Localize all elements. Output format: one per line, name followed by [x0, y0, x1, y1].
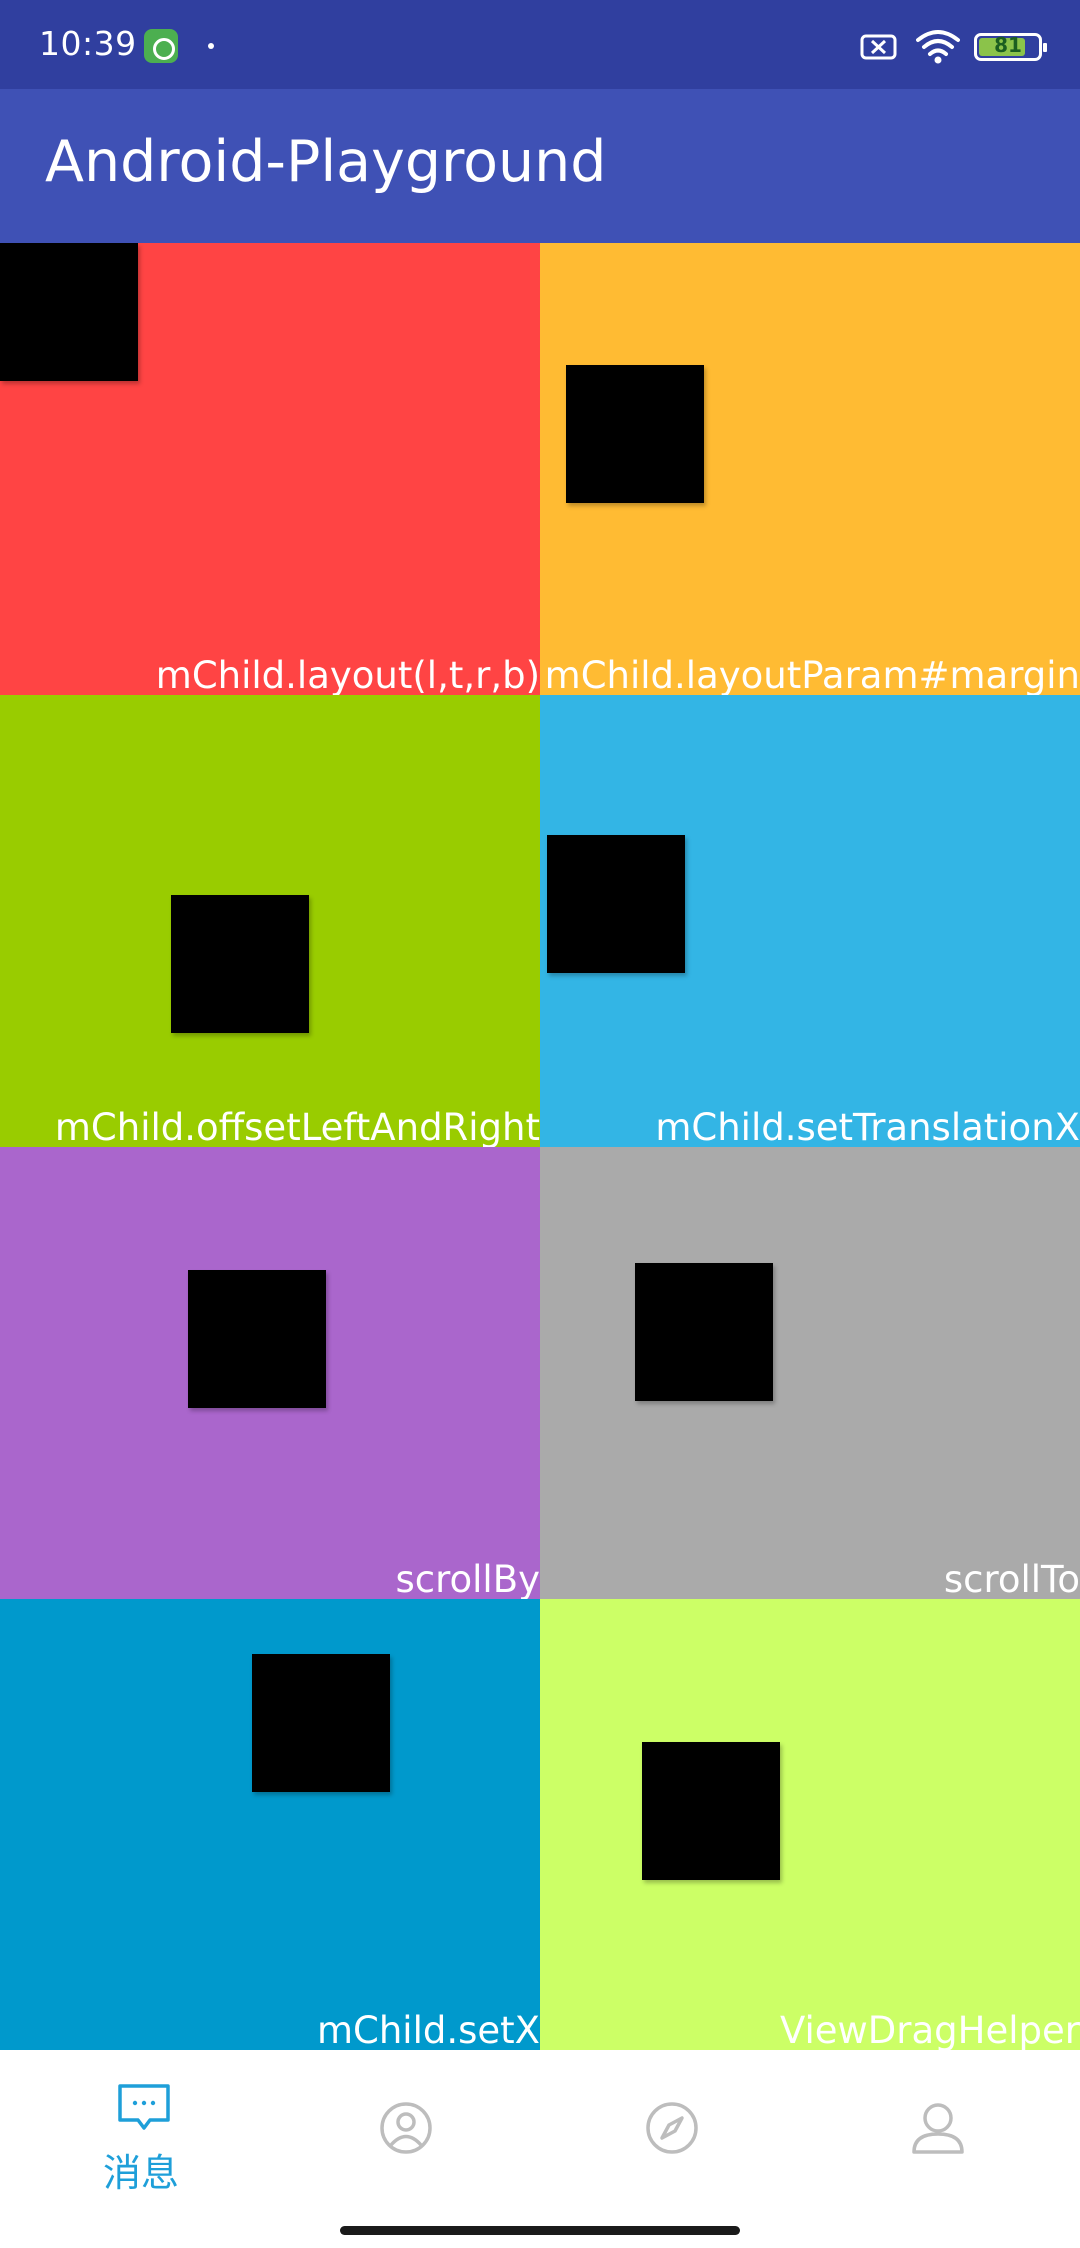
- sim-off-icon: [860, 34, 897, 60]
- home-indicator[interactable]: [340, 2226, 740, 2235]
- battery-icon: 81: [974, 33, 1047, 61]
- nav-item-discover[interactable]: [536, 2050, 806, 2248]
- cell-label: mChild.setTranslationX: [655, 1106, 1080, 1147]
- demo-cell-set-translation-x[interactable]: mChild.setTranslationX: [540, 695, 1080, 1147]
- child-view[interactable]: [252, 1654, 390, 1792]
- wifi-icon: [916, 30, 960, 64]
- cell-label: mChild.setX: [316, 2009, 540, 2050]
- demo-grid: mChild.layout(l,t,r,b) mChild.layoutPara…: [0, 243, 1080, 2050]
- cell-label: ViewDragHelper: [780, 2009, 1080, 2050]
- more-notifications-dot: [208, 43, 214, 49]
- demo-cell-layout-param-margin[interactable]: mChild.layoutParam#margin: [540, 243, 1080, 695]
- demo-cell-scroll-by[interactable]: scrollBy: [0, 1147, 540, 1599]
- nav-item-contacts[interactable]: [270, 2050, 540, 2248]
- battery-level-text: 81: [994, 33, 1022, 57]
- child-view[interactable]: [635, 1263, 773, 1401]
- app-bar: Android-Playground: [0, 89, 1080, 243]
- person-icon: [912, 2103, 964, 2154]
- demo-cell-set-x[interactable]: mChild.setX: [0, 1599, 540, 2050]
- status-time: 10:39: [39, 24, 137, 63]
- demo-cell-scroll-to[interactable]: scrollTo: [540, 1147, 1080, 1599]
- chat-icon: [118, 2084, 170, 2130]
- cell-label: mChild.layoutParam#margin: [544, 654, 1080, 695]
- nav-item-messages[interactable]: 消息: [6, 2050, 276, 2248]
- child-view[interactable]: [566, 365, 704, 503]
- child-view[interactable]: [642, 1742, 780, 1880]
- cell-label: scrollBy: [395, 1558, 541, 1599]
- demo-cell-layout[interactable]: mChild.layout(l,t,r,b): [0, 243, 540, 695]
- compass-icon: [646, 2102, 698, 2154]
- child-view[interactable]: [0, 243, 138, 381]
- cell-label: mChild.offsetLeftAndRight: [54, 1106, 540, 1147]
- bottom-navigation: 消息: [0, 2050, 1080, 2248]
- notification-app-icon: [144, 29, 178, 63]
- child-view[interactable]: [188, 1270, 326, 1408]
- demo-cell-offset-left-and-right[interactable]: mChild.offsetLeftAndRight: [0, 695, 540, 1147]
- contact-icon: [380, 2102, 432, 2154]
- child-view[interactable]: [171, 895, 309, 1033]
- cell-label: scrollTo: [943, 1558, 1080, 1599]
- nav-item-profile[interactable]: [802, 2050, 1072, 2248]
- app-title: Android-Playground: [45, 129, 607, 195]
- demo-cell-view-drag-helper[interactable]: ViewDragHelper: [540, 1599, 1080, 2050]
- cell-label: mChild.layout(l,t,r,b): [155, 654, 540, 695]
- status-bar: 10:39 81: [0, 0, 1080, 89]
- child-view[interactable]: [547, 835, 685, 973]
- nav-label: 消息: [102, 2151, 179, 2195]
